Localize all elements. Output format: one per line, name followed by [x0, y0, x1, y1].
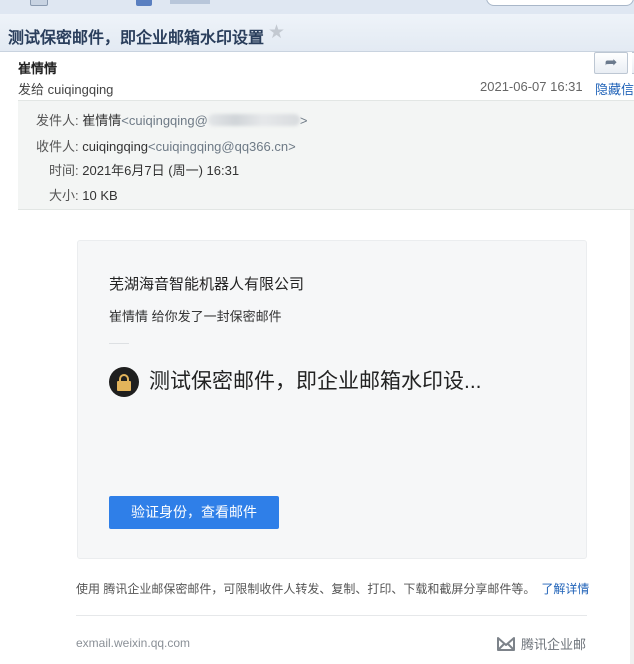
recipient-line: 发给 cuiqingqing: [18, 79, 113, 98]
mail-details-panel: 发件人: 崔情情<cuiqingqing@ > 收件人: cuiqingqing<…: [18, 100, 634, 210]
secure-mail-title: 测试保密邮件，即企业邮箱水印设...: [149, 370, 482, 393]
size-value: 10 KB: [82, 188, 118, 203]
secure-mail-sentence: 崔情情 给你发了一封保密邮件: [109, 309, 282, 324]
brand-name: 腾讯企业邮: [521, 637, 587, 652]
brand-logo: 腾讯企业邮: [496, 634, 586, 655]
sender-name[interactable]: 崔情情: [18, 58, 57, 77]
mail-date: 2021-06-07 16:31: [480, 79, 583, 94]
redacted-domain: [207, 114, 300, 126]
reply-icon[interactable]: ➦: [594, 52, 628, 74]
tencent-exmail-logo-icon: [496, 636, 516, 655]
company-name: 芜湖海音智能机器人有限公司: [109, 276, 305, 293]
mail-subject: 测试保密邮件，即企业邮箱水印设置: [8, 30, 265, 47]
subject-bar: 测试保密邮件，即企业邮箱水印设置 ★: [0, 14, 634, 52]
time-row: 时间: 2021年6月7日 (周一) 16:31: [49, 160, 239, 179]
star-icon[interactable]: ★: [268, 21, 285, 44]
time-label: 时间:: [49, 163, 79, 178]
notice-text: 使用 腾讯企业邮保密邮件，可限制收件人转发、复制、打印、下载和截屏分享邮件等。: [76, 582, 536, 596]
verify-identity-button[interactable]: 验证身份，查看邮件: [109, 496, 279, 529]
toolbar-label[interactable]: [170, 0, 210, 4]
toolbar-icon[interactable]: [30, 0, 48, 6]
time-value: 2021年6月7日 (周一) 16:31: [82, 163, 240, 178]
recipient-name[interactable]: cuiqingqing: [48, 82, 114, 97]
search-input[interactable]: [486, 0, 634, 6]
top-toolbar-strip: [0, 0, 634, 14]
from-email-end: >: [299, 113, 308, 128]
hide-info-link[interactable]: 隐藏信: [595, 79, 634, 98]
to-prefix: 发给: [18, 82, 45, 97]
to-name[interactable]: cuiqingqing: [82, 139, 148, 154]
secure-mail-notice: 使用 腾讯企业邮保密邮件，可限制收件人转发、复制、打印、下载和截屏分享邮件等。了…: [76, 580, 589, 597]
from-email-start: <cuiqingqing@: [121, 113, 208, 128]
footer-domain[interactable]: exmail.weixin.qq.com: [76, 636, 190, 650]
to-email: <cuiqingqing@qq366.cn>: [148, 139, 296, 154]
lock-icon: [109, 367, 139, 397]
divider: [109, 343, 129, 344]
from-name[interactable]: 崔情情: [82, 113, 121, 128]
toolbar-icon[interactable]: [136, 0, 152, 6]
to-row: 收件人: cuiqingqing<cuiqingqing@qq366.cn>: [36, 136, 296, 155]
footer-divider: [76, 615, 587, 616]
from-row: 发件人: 崔情情<cuiqingqing@ >: [36, 110, 307, 129]
size-row: 大小: 10 KB: [49, 185, 118, 204]
mail-header: 崔情情 发给 cuiqingqing 2021-06-07 16:31 隐藏信 …: [10, 52, 634, 102]
secure-mail-card: 芜湖海音智能机器人有限公司 崔情情 给你发了一封保密邮件 测试保密邮件，即企业邮…: [77, 240, 587, 559]
to-label: 收件人:: [36, 139, 79, 154]
scrollbar[interactable]: [630, 210, 634, 664]
learn-more-link[interactable]: 了解详情: [541, 582, 589, 596]
size-label: 大小:: [49, 188, 79, 203]
from-label: 发件人:: [36, 113, 79, 128]
